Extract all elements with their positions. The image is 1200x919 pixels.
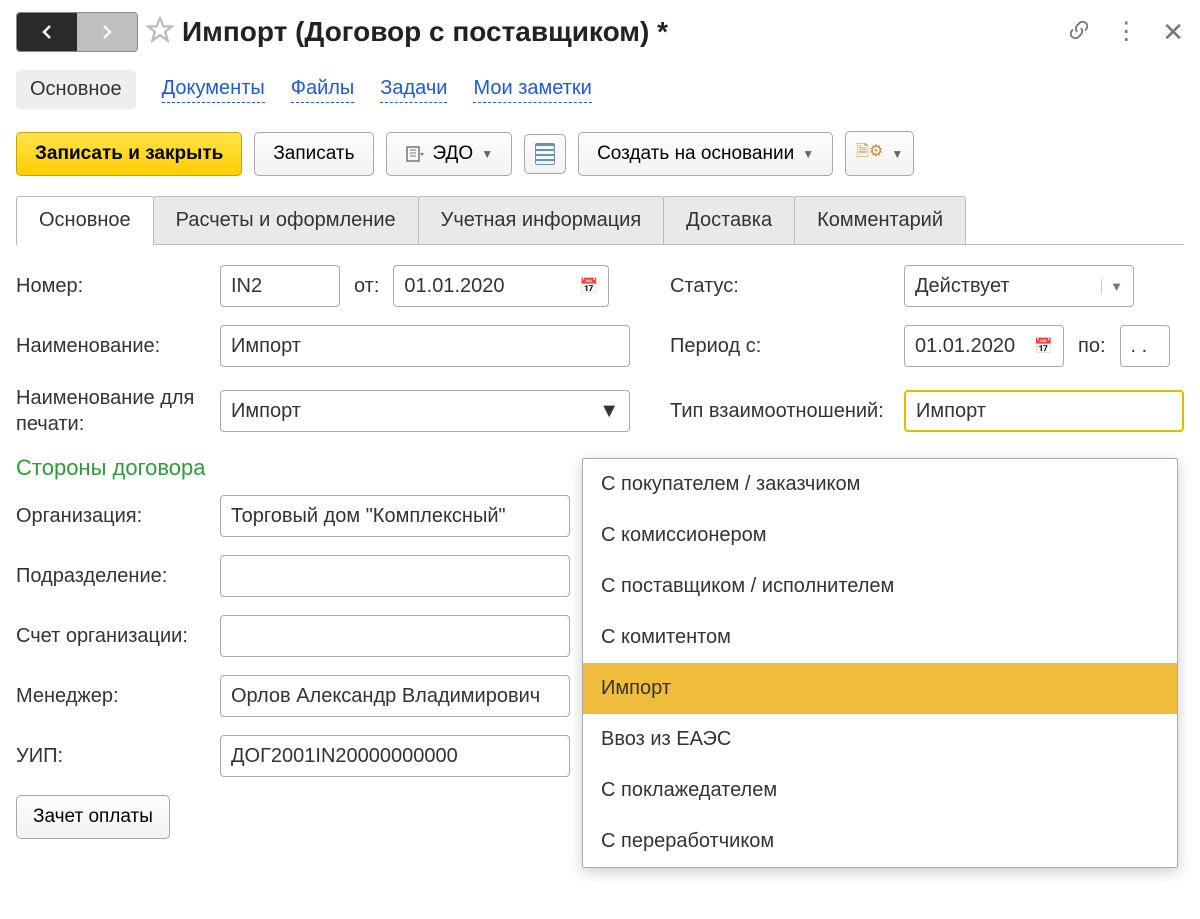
dropdown-option[interactable]: С комитентом bbox=[583, 612, 1177, 663]
calendar-icon[interactable]: 📅 bbox=[580, 277, 599, 295]
label-number: Номер: bbox=[16, 275, 206, 298]
relation-type-dropdown: С покупателем / заказчиком С комиссионер… bbox=[582, 458, 1178, 868]
number-input[interactable]: IN2 bbox=[220, 265, 340, 307]
nav-back-button[interactable] bbox=[17, 13, 77, 51]
label-org: Организация: bbox=[16, 505, 206, 528]
relation-type-select[interactable]: Импорт bbox=[904, 390, 1184, 432]
manager-input[interactable]: Орлов Александр Владимирович bbox=[220, 675, 570, 717]
dropdown-option[interactable]: С переработчиком bbox=[583, 816, 1177, 867]
dropdown-option[interactable]: Ввоз из ЕАЭС bbox=[583, 714, 1177, 765]
section-nav: Основное Документы Файлы Задачи Мои заме… bbox=[16, 70, 1184, 109]
dropdown-option-selected[interactable]: Импорт bbox=[583, 663, 1177, 714]
period-from-input[interactable]: 01.01.2020 📅 bbox=[904, 325, 1064, 367]
label-uip: УИП: bbox=[16, 745, 206, 768]
label-manager: Менеджер: bbox=[16, 685, 206, 708]
caret-down-icon: ▼ bbox=[802, 147, 814, 161]
dropdown-option[interactable]: С поставщиком / исполнителем bbox=[583, 561, 1177, 612]
save-button[interactable]: Записать bbox=[254, 132, 373, 176]
label-account: Счет организации: bbox=[16, 623, 206, 649]
favorite-star-icon[interactable] bbox=[146, 16, 174, 49]
label-department: Подразделение: bbox=[16, 565, 206, 588]
tab-accounting[interactable]: Учетная информация bbox=[418, 196, 665, 244]
edo-icon bbox=[405, 144, 425, 164]
label-from: от: bbox=[354, 275, 379, 298]
department-input[interactable] bbox=[220, 555, 570, 597]
dropdown-option[interactable]: С покупателем / заказчиком bbox=[583, 459, 1177, 510]
nav-link-files[interactable]: Файлы bbox=[291, 77, 355, 103]
nav-link-tasks[interactable]: Задачи bbox=[380, 77, 447, 103]
label-relation-type: Тип взаимоотношений: bbox=[670, 398, 890, 424]
nav-link-main[interactable]: Основное bbox=[16, 70, 136, 109]
close-icon[interactable]: ✕ bbox=[1162, 17, 1184, 48]
caret-down-icon: ▼ bbox=[1101, 279, 1123, 294]
nav-link-documents[interactable]: Документы bbox=[162, 77, 265, 103]
name-input[interactable]: Импорт bbox=[220, 325, 630, 367]
settings-button[interactable]: 🗎⚙ ▼ bbox=[845, 131, 914, 176]
tab-comment[interactable]: Комментарий bbox=[794, 196, 966, 244]
form-tabs: Основное Расчеты и оформление Учетная ин… bbox=[16, 196, 1184, 245]
label-name: Наименование: bbox=[16, 335, 206, 358]
nav-link-notes[interactable]: Мои заметки bbox=[473, 77, 591, 103]
tab-main[interactable]: Основное bbox=[16, 196, 154, 244]
label-status: Статус: bbox=[670, 275, 890, 298]
gear-document-icon: 🗎⚙ bbox=[856, 140, 883, 167]
label-period-to: по: bbox=[1078, 335, 1106, 358]
edo-button[interactable]: ЭДО ▼ bbox=[386, 132, 513, 176]
label-period-from: Период с: bbox=[670, 335, 890, 358]
tab-settlements[interactable]: Расчеты и оформление bbox=[153, 196, 419, 244]
label-name-print: Наименование для печати: bbox=[16, 385, 206, 437]
caret-down-icon: ▼ bbox=[599, 400, 619, 423]
offset-payment-button[interactable]: Зачет оплаты bbox=[16, 795, 170, 839]
calendar-icon[interactable]: 📅 bbox=[1034, 337, 1053, 355]
status-select[interactable]: Действует ▼ bbox=[904, 265, 1134, 307]
uip-input[interactable]: ДОГ2001IN20000000000 bbox=[220, 735, 570, 777]
dropdown-option[interactable]: С поклажедателем bbox=[583, 765, 1177, 816]
caret-down-icon: ▼ bbox=[891, 147, 903, 161]
save-and-close-button[interactable]: Записать и закрыть bbox=[16, 132, 242, 176]
account-input[interactable] bbox=[220, 615, 570, 657]
org-input[interactable]: Торговый дом "Комплексный" bbox=[220, 495, 570, 537]
caret-down-icon: ▼ bbox=[481, 147, 493, 161]
period-to-input[interactable]: . . bbox=[1120, 325, 1170, 367]
dropdown-option[interactable]: С комиссионером bbox=[583, 510, 1177, 561]
nav-forward-button[interactable] bbox=[77, 13, 137, 51]
document-icon bbox=[535, 143, 555, 165]
document-icon-button[interactable] bbox=[524, 134, 566, 174]
more-menu-icon[interactable]: ⋮ bbox=[1114, 20, 1138, 44]
history-nav bbox=[16, 12, 138, 52]
window-title: Импорт (Договор с поставщиком) * bbox=[182, 16, 1060, 48]
name-print-select[interactable]: Импорт ▼ bbox=[220, 390, 630, 432]
link-icon[interactable] bbox=[1068, 19, 1090, 46]
create-based-on-button[interactable]: Создать на основании ▼ bbox=[578, 132, 833, 176]
tab-delivery[interactable]: Доставка bbox=[663, 196, 795, 244]
date-input[interactable]: 01.01.2020 📅 bbox=[393, 265, 609, 307]
toolbar: Записать и закрыть Записать ЭДО ▼ Создат… bbox=[16, 131, 1184, 176]
